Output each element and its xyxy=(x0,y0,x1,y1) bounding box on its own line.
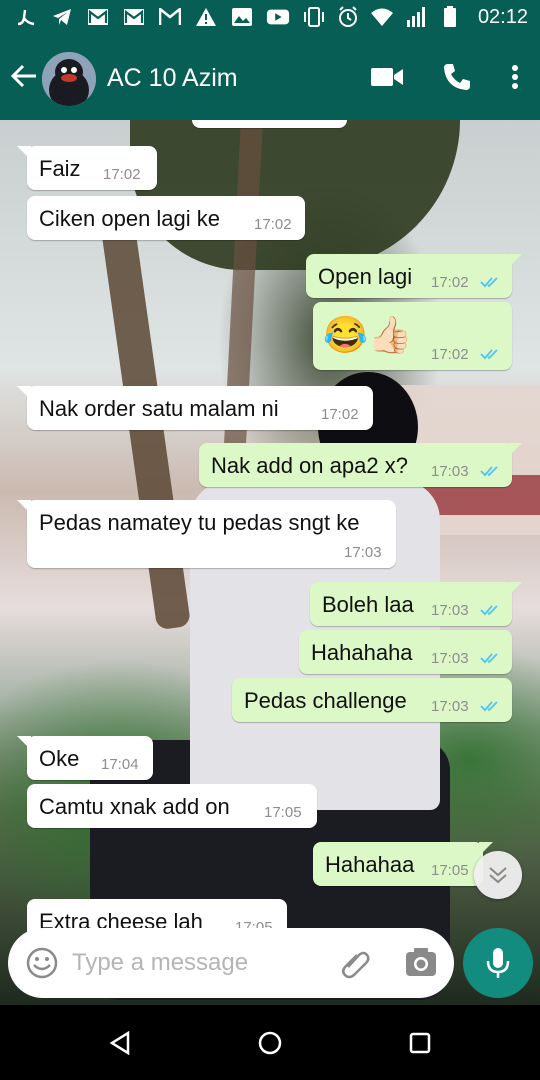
battery-icon xyxy=(438,5,462,29)
message-incoming[interactable]: Nak order satu malam ni 17:02 xyxy=(17,386,373,430)
message-text: Open lagi xyxy=(318,264,413,289)
mic-button[interactable] xyxy=(463,928,533,998)
scroll-to-bottom-button[interactable] xyxy=(474,851,522,899)
message-incoming[interactable]: Faiz 17:02 xyxy=(17,146,157,190)
message-outgoing[interactable]: Hahahaha 17:03 xyxy=(299,630,512,674)
image-icon xyxy=(230,5,254,29)
message-outgoing[interactable]: Hahahaa 17:05 xyxy=(313,842,493,886)
chat-area[interactable]: Faiz 17:02 Ciken open lagi ke 17:02 Open… xyxy=(0,120,540,1005)
recents-nav-icon[interactable] xyxy=(404,1027,436,1059)
message-text: Camtu xnak add on xyxy=(39,794,230,819)
message-outgoing[interactable]: Boleh laa 17:03 xyxy=(310,582,522,626)
message-incoming[interactable]: Ciken open lagi ke 17:02 xyxy=(27,196,305,240)
message-outgoing[interactable]: Open lagi 17:02 xyxy=(306,254,522,298)
message-text: Ciken open lagi ke xyxy=(39,206,221,231)
message-incoming[interactable]: Camtu xnak add on 17:05 xyxy=(27,784,317,828)
read-receipt-icon xyxy=(480,653,498,664)
message-text: Oke xyxy=(39,746,80,771)
alarm-icon xyxy=(336,5,360,29)
message-text: Nak add on apa2 x? xyxy=(211,453,408,478)
partial-bubble xyxy=(192,120,347,128)
youtube-icon xyxy=(266,5,290,29)
clock: 02:12 xyxy=(477,5,528,28)
read-receipt-icon xyxy=(480,349,498,360)
telegram-icon xyxy=(50,5,74,29)
read-receipt-icon xyxy=(480,701,498,712)
message-time: 17:03 xyxy=(431,602,469,619)
microphone-icon xyxy=(486,948,510,978)
message-time: 17:03 xyxy=(344,544,382,561)
system-icons: 02:12 xyxy=(302,5,528,29)
message-time: 17:04 xyxy=(101,756,139,773)
message-text: Boleh laa xyxy=(322,592,414,617)
message-text: Hahahaha xyxy=(311,640,413,665)
paperclip-icon[interactable] xyxy=(338,945,374,981)
video-call-icon[interactable] xyxy=(370,66,404,93)
message-time: 17:03 xyxy=(431,463,469,480)
mail-icon xyxy=(122,5,146,29)
notification-icons xyxy=(14,5,290,29)
message-time: 17:02 xyxy=(431,346,469,363)
message-time: 17:02 xyxy=(103,166,141,183)
system-navigation-bar xyxy=(0,1005,540,1080)
message-outgoing[interactable]: Pedas challenge 17:03 xyxy=(232,678,512,722)
message-text: Hahahaa xyxy=(325,852,415,877)
chevron-down-icon xyxy=(489,867,507,884)
message-text: Pedas challenge xyxy=(244,688,407,713)
signal-icon xyxy=(404,5,428,29)
header-actions xyxy=(370,62,520,97)
mail-icon xyxy=(86,5,110,29)
message-time: 17:02 xyxy=(431,274,469,291)
message-incoming[interactable]: Oke 17:04 xyxy=(17,736,153,780)
message-outgoing[interactable]: Nak add on apa2 x? 17:03 xyxy=(199,443,522,487)
read-receipt-icon xyxy=(480,466,498,477)
message-input[interactable] xyxy=(72,945,332,981)
message-outgoing[interactable]: 😂👍🏻 17:02 xyxy=(313,302,512,370)
message-text: 😂👍🏻 xyxy=(323,314,413,355)
wifi-icon xyxy=(370,5,394,29)
message-time: 17:05 xyxy=(264,804,302,821)
message-text: Nak order satu malam ni xyxy=(39,396,279,421)
back-nav-icon[interactable] xyxy=(104,1027,136,1059)
message-time: 17:02 xyxy=(254,216,292,233)
message-text: Faiz xyxy=(39,156,81,181)
camera-icon[interactable] xyxy=(404,946,438,980)
message-time: 17:03 xyxy=(431,650,469,667)
home-nav-icon[interactable] xyxy=(254,1027,286,1059)
mail-icon xyxy=(158,5,182,29)
status-bar: 02:12 xyxy=(0,0,540,36)
chat-header: AC 10 Azim xyxy=(0,36,540,120)
read-receipt-icon xyxy=(480,277,498,288)
message-time: 17:03 xyxy=(431,698,469,715)
emoji-icon[interactable] xyxy=(24,945,60,981)
more-icon[interactable] xyxy=(510,64,520,95)
l-logo-icon xyxy=(14,5,38,29)
message-composer xyxy=(8,928,454,998)
message-text: Pedas namatey tu pedas sngt ke xyxy=(39,510,360,535)
warning-icon xyxy=(194,5,218,29)
contact-name[interactable]: AC 10 Azim xyxy=(107,64,238,93)
message-incoming[interactable]: Pedas namatey tu pedas sngt ke 17:03 xyxy=(17,500,396,568)
message-time: 17:05 xyxy=(431,862,469,879)
phone-icon[interactable] xyxy=(442,62,472,97)
back-arrow-icon[interactable] xyxy=(8,60,44,96)
message-time: 17:02 xyxy=(321,406,359,423)
vibrate-icon xyxy=(302,5,326,29)
avatar[interactable] xyxy=(42,52,96,106)
read-receipt-icon xyxy=(480,605,498,616)
